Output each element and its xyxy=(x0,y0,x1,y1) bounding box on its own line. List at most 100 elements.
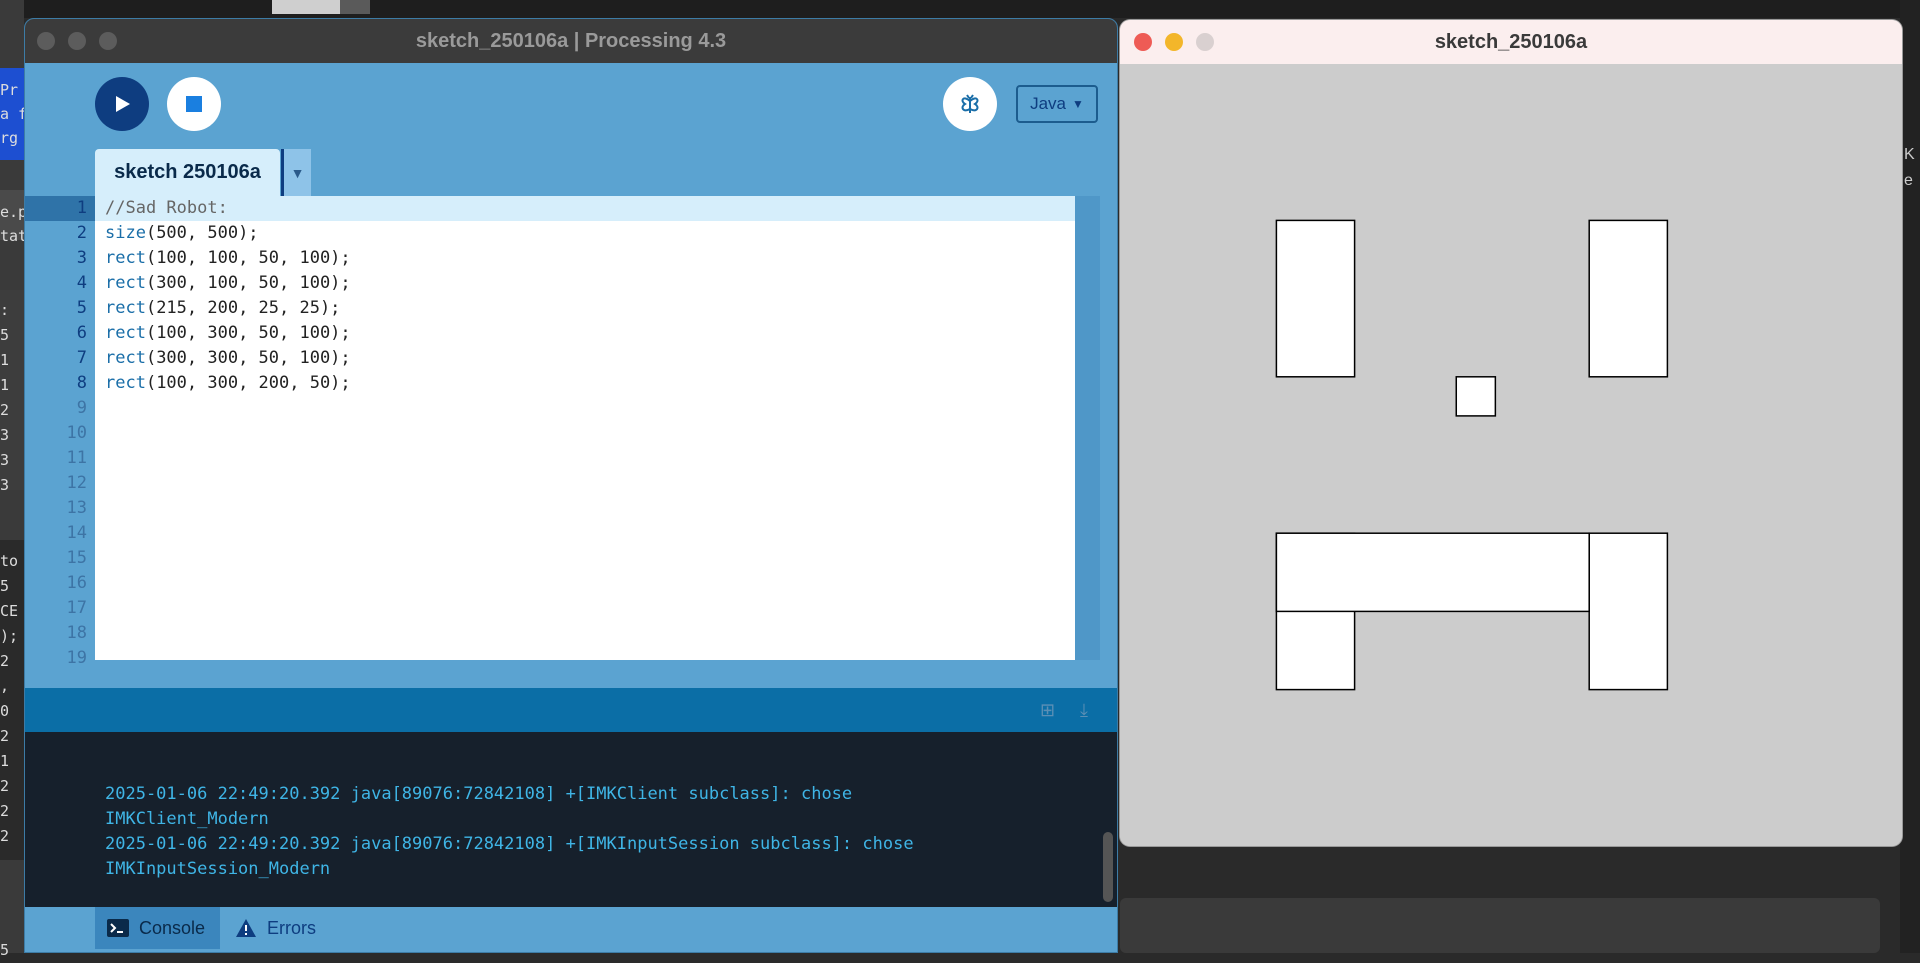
code-line[interactable]: size(500, 500); xyxy=(105,221,259,246)
code-keyword: rect xyxy=(105,298,146,318)
line-number: 3 xyxy=(76,248,87,268)
line-number: 19 xyxy=(66,648,87,668)
stop-button[interactable] xyxy=(167,77,221,131)
tab-menu-button[interactable]: ▼ xyxy=(281,149,311,196)
close-window-button[interactable] xyxy=(37,32,55,50)
mode-label: Java xyxy=(1030,94,1067,113)
line-number: 2 xyxy=(76,223,87,243)
background-text-fragment: 2 xyxy=(0,777,10,795)
line-number: 7 xyxy=(76,348,87,368)
console-divider[interactable]: ⊞ ⤓ xyxy=(25,688,1117,732)
code-line[interactable]: rect(215, 200, 25, 25); xyxy=(105,296,340,321)
sketch-titlebar[interactable]: sketch_250106a xyxy=(1120,20,1902,65)
code-line[interactable]: //Sad Robot: xyxy=(105,196,228,221)
line-number: 11 xyxy=(66,448,87,468)
code-keyword: size xyxy=(105,223,146,243)
line-number: 9 xyxy=(76,398,87,418)
line-number: 14 xyxy=(66,523,87,543)
line-number: 15 xyxy=(66,548,87,568)
background-thumbnail-edge xyxy=(340,0,370,14)
mode-selector[interactable]: Java ▼ xyxy=(1016,85,1098,123)
background-text-fragment: rg xyxy=(0,129,19,147)
tab-console[interactable]: Console xyxy=(95,907,220,949)
ide-title: sketch_250106a | Processing 4.3 xyxy=(415,29,727,52)
code-line[interactable]: rect(100, 300, 50, 100); xyxy=(105,321,351,346)
canvas-background xyxy=(1120,64,1902,846)
background-text-fragment: e xyxy=(1904,172,1913,189)
code-line[interactable]: rect(100, 100, 50, 100); xyxy=(105,246,351,271)
console-line: IMKClient_Modern xyxy=(105,809,269,829)
debugger-button[interactable] xyxy=(943,77,997,131)
close-window-button[interactable] xyxy=(1134,33,1152,51)
clear-console-icon[interactable]: ⊞ xyxy=(1040,700,1062,722)
chevron-down-icon: ▼ xyxy=(1072,97,1084,111)
background-text-fragment: 2 xyxy=(0,727,10,745)
background-text-fragment: ); xyxy=(0,627,19,645)
desktop-top-strip xyxy=(0,0,1920,18)
tab-sketch[interactable]: sketch 250106a xyxy=(95,149,280,196)
background-text-fragment: 0 xyxy=(0,702,10,720)
console-output[interactable]: 2025-01-06 22:49:20.392 java[89076:72842… xyxy=(25,732,1117,907)
editor-scrollbar[interactable] xyxy=(1075,196,1100,660)
minimize-window-button[interactable] xyxy=(68,32,86,50)
chevron-down-icon: ▼ xyxy=(290,164,305,181)
ide-titlebar[interactable]: sketch_250106a | Processing 4.3 xyxy=(25,19,1117,63)
tab-label: sketch 250106a xyxy=(114,161,261,183)
background-text-fragment: 1 xyxy=(0,351,10,369)
console-line: IMKInputSession_Modern xyxy=(105,859,331,879)
zoom-window-button[interactable] xyxy=(99,32,117,50)
processing-ide-window: sketch_250106a | Processing 4.3 Java ▼ s… xyxy=(24,18,1118,953)
zoom-window-button[interactable] xyxy=(1196,33,1214,51)
sketch-rect xyxy=(1455,376,1497,417)
code-arguments: (100, 300, 200, 50); xyxy=(145,373,351,393)
console-line: 2025-01-06 22:49:20.392 java[89076:72842… xyxy=(105,784,853,804)
sketch-rect xyxy=(1588,219,1669,378)
line-number: 10 xyxy=(66,423,87,443)
line-number: 13 xyxy=(66,498,87,518)
code-arguments: (100, 100, 50, 100); xyxy=(145,248,351,268)
butterfly-icon xyxy=(961,94,979,113)
code-arguments: (500, 500); xyxy=(145,223,259,243)
console-scrollbar[interactable] xyxy=(1103,832,1113,902)
minimize-window-button[interactable] xyxy=(1165,33,1183,51)
code-keyword: rect xyxy=(105,323,146,343)
code-arguments: (100, 300, 50, 100); xyxy=(145,323,351,343)
code-line[interactable]: rect(300, 300, 50, 100); xyxy=(105,346,351,371)
code-line[interactable]: rect(100, 300, 200, 50); xyxy=(105,371,351,396)
terminal-icon xyxy=(107,919,129,937)
background-text-fragment: 5 xyxy=(0,577,10,595)
sketch-canvas[interactable] xyxy=(1120,64,1902,846)
line-number: 12 xyxy=(66,473,87,493)
tab-errors[interactable]: Errors xyxy=(235,907,345,949)
run-button[interactable] xyxy=(95,77,149,131)
code-editor[interactable]: 1 2 3 4 5 6 7 8 9 10 11 12 13 14 15 16 17 18 19 //Sad Robo… xyxy=(25,196,1100,668)
code-line[interactable]: rect(300, 100, 50, 100); xyxy=(105,271,351,296)
code-arguments: (215, 200, 25, 25); xyxy=(145,298,341,318)
code-keyword: rect xyxy=(105,273,146,293)
background-text-fragment: 3 xyxy=(0,451,10,469)
background-window-right: Ke xyxy=(1900,0,1920,953)
background-window-left: Pr a fl rg e.p tat:5 1 1 2 3 3 3 to 5 CE); 2, 0 2 1 2 2 2 5 xyxy=(0,0,36,959)
line-number-gutter: 1 2 3 4 5 6 7 8 9 10 11 12 13 14 15 16 17 18 19 xyxy=(25,196,95,668)
code-arguments: (300, 100, 50, 100); xyxy=(145,273,351,293)
background-text-fragment: to xyxy=(0,552,19,570)
background-text-fragment: : xyxy=(0,301,10,319)
sketch-title: sketch_250106a xyxy=(1434,30,1588,53)
play-icon xyxy=(116,96,130,112)
errors-tab-label: Errors xyxy=(267,917,316,938)
sketch-output-window: sketch_250106a xyxy=(1120,20,1902,846)
code-arguments: (300, 300, 50, 100); xyxy=(145,348,351,368)
code-keyword: rect xyxy=(105,248,146,268)
background-text-fragment: 2 xyxy=(0,652,10,670)
background-window-bottom xyxy=(1120,898,1880,953)
line-number: 1 xyxy=(76,198,87,218)
sketch-rect xyxy=(1275,219,1356,378)
console-tab-label: Console xyxy=(139,917,206,938)
collapse-console-icon[interactable]: ⤓ xyxy=(1080,700,1102,722)
line-number: 5 xyxy=(76,298,87,318)
line-number: 6 xyxy=(76,323,87,343)
background-text-fragment: 5 xyxy=(0,941,10,959)
sketch-rect xyxy=(1275,532,1590,613)
line-number: 16 xyxy=(66,573,87,593)
code-area[interactable]: //Sad Robot: size(500, 500); rect(100, 100… xyxy=(95,196,1075,660)
